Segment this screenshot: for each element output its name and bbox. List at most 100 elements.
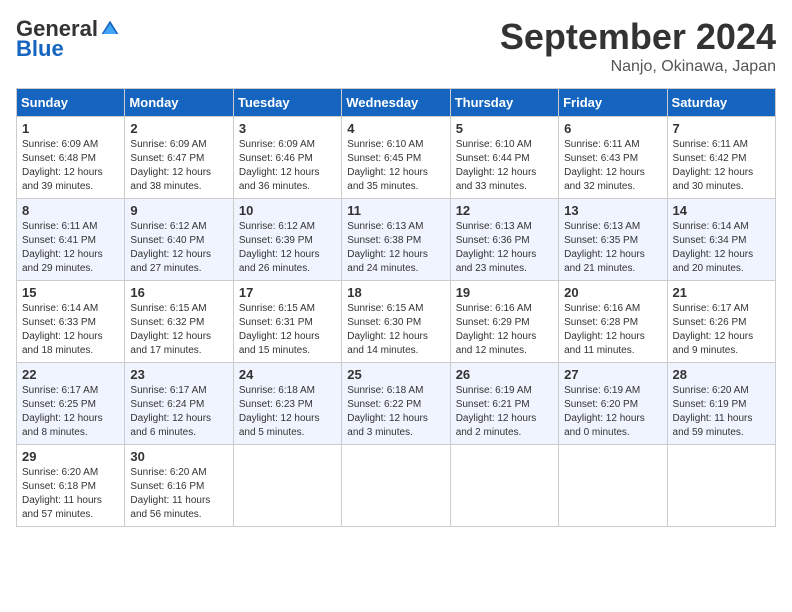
calendar-cell: 21 Sunrise: 6:17 AMSunset: 6:26 PMDayligh… <box>667 281 775 363</box>
sunrise-text: Sunrise: 6:19 AM <box>456 385 532 396</box>
daylight-text: Daylight: 11 hours and 57 minutes. <box>22 495 102 520</box>
calendar-cell: 8Sunrise: 6:11 AMSunset: 6:41 PMDaylight… <box>17 199 125 281</box>
day-number: 17 <box>239 285 336 300</box>
daylight-text: Daylight: 12 hours and 36 minutes. <box>239 167 320 192</box>
calendar-cell: 19Sunrise: 6:16 AMSunset: 6:29 PMDayligh… <box>450 281 558 363</box>
day-info: Sunrise: 6:10 AMSunset: 6:44 PMDaylight:… <box>456 138 553 194</box>
day-number: 10 <box>239 203 336 218</box>
day-info: Sunrise: 6:18 AMSunset: 6:23 PMDaylight:… <box>239 384 336 440</box>
sunrise-text: Sunrise: 6:12 AM <box>130 221 206 232</box>
sunrise-text: Sunrise: 6:13 AM <box>347 221 423 232</box>
day-info: Sunrise: 6:20 AMSunset: 6:18 PMDaylight:… <box>22 466 119 522</box>
sunset-text: Sunset: 6:42 PM <box>673 153 747 164</box>
sunrise-text: Sunrise: 6:18 AM <box>239 385 315 396</box>
sunset-text: Sunset: 6:21 PM <box>456 399 530 410</box>
logo-blue-text: Blue <box>16 36 64 62</box>
calendar-cell <box>233 445 341 527</box>
day-info: Sunrise: 6:09 AMSunset: 6:48 PMDaylight:… <box>22 138 119 194</box>
day-info: Sunrise: 6:15 AMSunset: 6:31 PMDaylight:… <box>239 302 336 358</box>
sunset-text: Sunset: 6:25 PM <box>22 399 96 410</box>
day-number: 16 <box>130 285 227 300</box>
sunset-text: Sunset: 6:23 PM <box>239 399 313 410</box>
calendar-cell: 30Sunrise: 6:20 AMSunset: 6:16 PMDayligh… <box>125 445 233 527</box>
calendar-cell: 4 Sunrise: 6:10 AMSunset: 6:45 PMDaylight… <box>342 117 450 199</box>
day-number: 18 <box>347 285 444 300</box>
calendar-cell: 7 Sunrise: 6:11 AM Sunset: 6:42 PM Daylight… <box>667 117 775 199</box>
day-number: 14 <box>673 203 770 218</box>
sunrise-text: Sunrise: 6:20 AM <box>22 467 98 478</box>
day-info: Sunrise: 6:14 AMSunset: 6:33 PMDaylight:… <box>22 302 119 358</box>
day-number: 4 <box>347 121 444 136</box>
sunrise-text: Sunrise: 6:13 AM <box>564 221 640 232</box>
calendar-week-row: 1Sunrise: 6:09 AMSunset: 6:48 PMDaylight… <box>17 117 776 199</box>
day-info: Sunrise: 6:13 AMSunset: 6:38 PMDaylight:… <box>347 220 444 276</box>
sunset-text: Sunset: 6:41 PM <box>22 235 96 246</box>
day-number: 8 <box>22 203 119 218</box>
day-info: Sunrise: 6:17 AMSunset: 6:24 PMDaylight:… <box>130 384 227 440</box>
day-info: Sunrise: 6:09 AMSunset: 6:47 PMDaylight:… <box>130 138 227 194</box>
daylight-text: Daylight: 11 hours and 59 minutes. <box>673 413 753 438</box>
calendar-cell: 6Sunrise: 6:11 AMSunset: 6:43 PMDaylight… <box>559 117 667 199</box>
daylight-text: Daylight: 12 hours and 15 minutes. <box>239 331 320 356</box>
day-header-sunday: Sunday <box>17 89 125 117</box>
sunrise-text: Sunrise: 6:11 AM <box>673 139 748 150</box>
sunrise-text: Sunrise: 6:20 AM <box>673 385 749 396</box>
calendar-cell: 12Sunrise: 6:13 AMSunset: 6:36 PMDayligh… <box>450 199 558 281</box>
calendar-cell: 25Sunrise: 6:18 AMSunset: 6:22 PMDayligh… <box>342 363 450 445</box>
calendar-cell: 15Sunrise: 6:14 AMSunset: 6:33 PMDayligh… <box>17 281 125 363</box>
sunrise-text: Sunrise: 6:15 AM <box>239 303 315 314</box>
sunset-text: Sunset: 6:40 PM <box>130 235 204 246</box>
daylight-text: Daylight: 12 hours and 6 minutes. <box>130 413 211 438</box>
day-info: Sunrise: 6:20 AMSunset: 6:19 PMDaylight:… <box>673 384 770 440</box>
day-info: Sunrise: 6:17 AMSunset: 6:26 PMDaylight:… <box>673 302 770 358</box>
sunset-text: Sunset: 6:39 PM <box>239 235 313 246</box>
day-number: 21 <box>673 285 770 300</box>
day-header-wednesday: Wednesday <box>342 89 450 117</box>
logo-icon <box>100 19 120 39</box>
calendar-cell: 24Sunrise: 6:18 AMSunset: 6:23 PMDayligh… <box>233 363 341 445</box>
calendar-cell: 22Sunrise: 6:17 AMSunset: 6:25 PMDayligh… <box>17 363 125 445</box>
day-info: Sunrise: 6:13 AMSunset: 6:35 PMDaylight:… <box>564 220 661 276</box>
sunset-text: Sunset: 6:44 PM <box>456 153 530 164</box>
sunrise-text: Sunrise: 6:14 AM <box>22 303 98 314</box>
sunrise-text: Sunrise: 6:12 AM <box>239 221 315 232</box>
calendar-table: SundayMondayTuesdayWednesdayThursdayFrid… <box>16 88 776 527</box>
sunset-text: Sunset: 6:34 PM <box>673 235 747 246</box>
sunset-text: Sunset: 6:35 PM <box>564 235 638 246</box>
calendar-header-row: SundayMondayTuesdayWednesdayThursdayFrid… <box>17 89 776 117</box>
day-info: Sunrise: 6:18 AMSunset: 6:22 PMDaylight:… <box>347 384 444 440</box>
sunrise-text: Sunrise: 6:09 AM <box>22 139 98 150</box>
sunset-text: Sunset: 6:32 PM <box>130 317 204 328</box>
day-header-saturday: Saturday <box>667 89 775 117</box>
calendar-cell: 2Sunrise: 6:09 AMSunset: 6:47 PMDaylight… <box>125 117 233 199</box>
day-number: 7 <box>673 121 770 136</box>
day-info: Sunrise: 6:12 AM Sunset: 6:39 PM Daylight:… <box>239 220 336 276</box>
day-number: 9 <box>130 203 227 218</box>
daylight-text: Daylight: 12 hours and 29 minutes. <box>22 249 103 274</box>
day-number: 24 <box>239 367 336 382</box>
calendar-cell: 1Sunrise: 6:09 AMSunset: 6:48 PMDaylight… <box>17 117 125 199</box>
sunset-text: Sunset: 6:36 PM <box>456 235 530 246</box>
location: Nanjo, Okinawa, Japan <box>500 58 776 76</box>
sunset-text: Sunset: 6:22 PM <box>347 399 421 410</box>
day-number: 3 <box>239 121 336 136</box>
daylight-text: Daylight: 12 hours and 32 minutes. <box>564 167 645 192</box>
daylight-text: Daylight: 12 hours and 12 minutes. <box>456 331 537 356</box>
daylight-text: Daylight: 12 hours and 18 minutes. <box>22 331 103 356</box>
calendar-cell: 20Sunrise: 6:16 AMSunset: 6:28 PMDayligh… <box>559 281 667 363</box>
calendar-cell: 17 Sunrise: 6:15 AMSunset: 6:31 PMDayligh… <box>233 281 341 363</box>
sunrise-text: Sunrise: 6:20 AM <box>130 467 206 478</box>
month-title: September 2024 <box>500 16 776 58</box>
daylight-text: Daylight: 12 hours and 30 minutes. <box>673 167 754 192</box>
sunrise-text: Sunrise: 6:14 AM <box>673 221 749 232</box>
daylight-text: Daylight: 12 hours and 14 minutes. <box>347 331 428 356</box>
sunset-text: Sunset: 6:20 PM <box>564 399 638 410</box>
day-info: Sunrise: 6:10 AMSunset: 6:45 PMDaylight:… <box>347 138 444 194</box>
day-header-thursday: Thursday <box>450 89 558 117</box>
sunrise-text: Sunrise: 6:09 AM <box>130 139 206 150</box>
calendar-cell: 27Sunrise: 6:19 AMSunset: 6:20 PMDayligh… <box>559 363 667 445</box>
calendar-week-row: 8Sunrise: 6:11 AMSunset: 6:41 PMDaylight… <box>17 199 776 281</box>
daylight-text: Daylight: 12 hours and 26 minutes. <box>239 249 320 274</box>
sunset-text: Sunset: 6:47 PM <box>130 153 204 164</box>
day-info: Sunrise: 6:14 AMSunset: 6:34 PMDaylight:… <box>673 220 770 276</box>
